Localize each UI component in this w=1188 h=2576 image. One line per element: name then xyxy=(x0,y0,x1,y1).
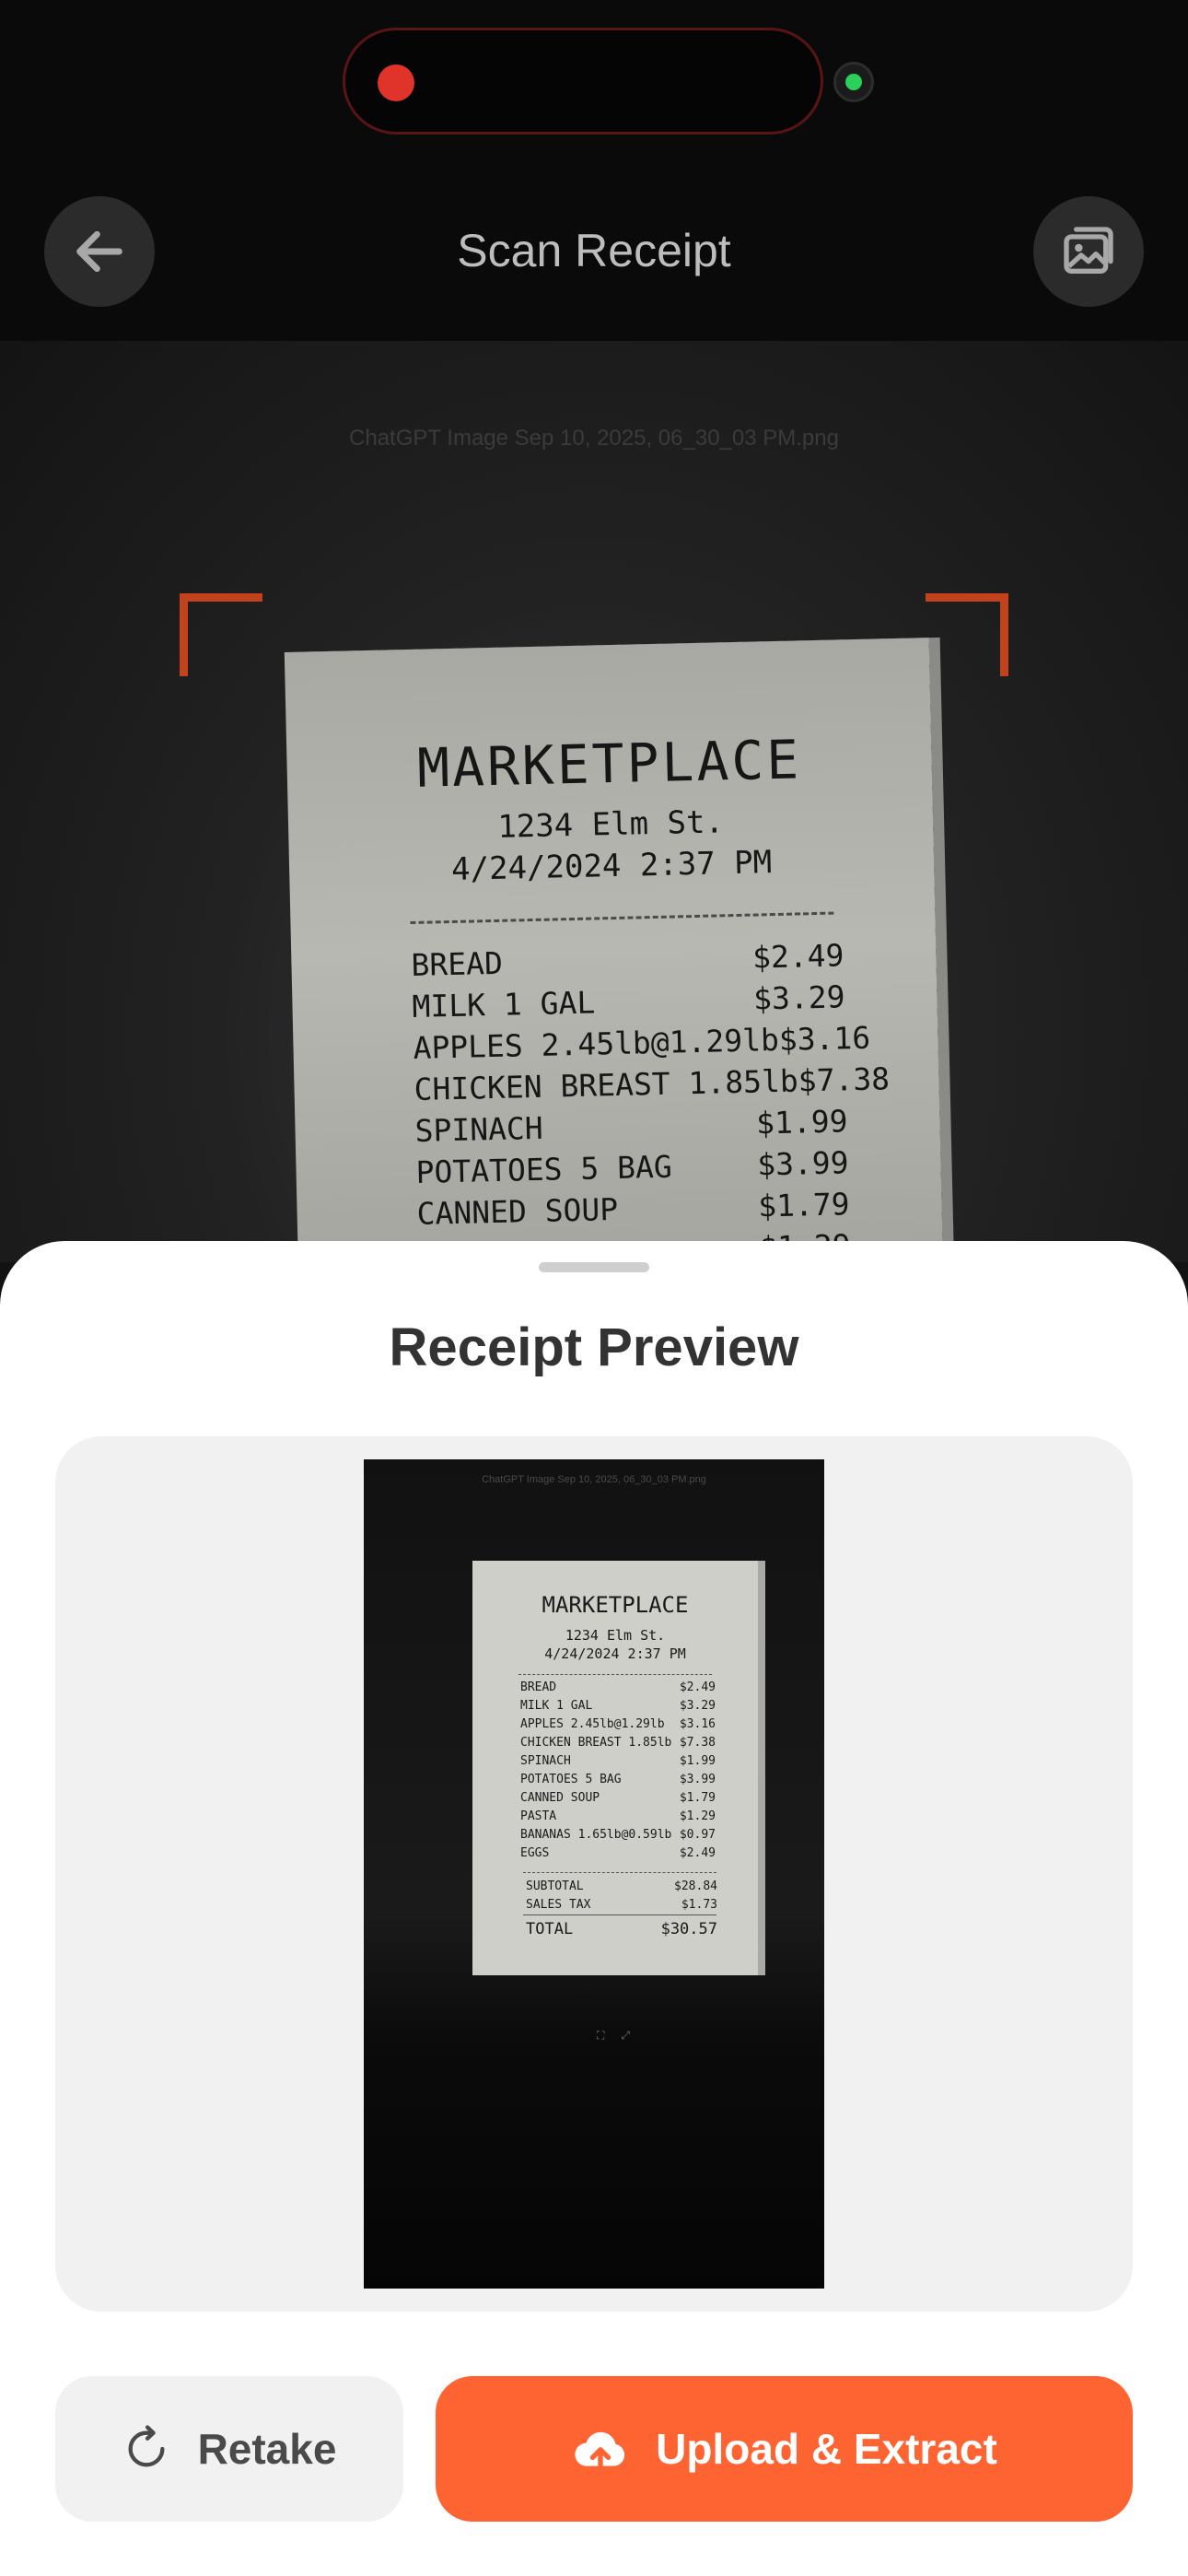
preview-total-divider xyxy=(523,1914,716,1915)
preview-item-row: BREAD $2.49 xyxy=(520,1679,716,1697)
item-name: CHICKEN BREAST 1.85lb xyxy=(520,1736,672,1750)
item-price: $7.38 xyxy=(679,1736,716,1750)
preview-subtotal-row: SUBTOTAL $28.84 xyxy=(526,1878,717,1896)
retake-label: Retake xyxy=(197,2425,337,2473)
item-name: CANNED SOUP xyxy=(416,1190,619,1232)
sheet-title: Receipt Preview xyxy=(389,1317,799,1377)
preview-address: 1234 Elm St. xyxy=(565,1627,666,1644)
subtotal-value: $28.84 xyxy=(674,1879,717,1893)
preview-item-row: MILK 1 GAL $3.29 xyxy=(520,1697,716,1715)
tax-value: $1.73 xyxy=(681,1898,717,1912)
preview-item-row: PASTA $1.29 xyxy=(520,1808,716,1826)
item-price: $1.79 xyxy=(757,1186,850,1224)
item-name: BREAD xyxy=(520,1680,557,1694)
item-name: SPINACH xyxy=(520,1754,571,1768)
upload-extract-label: Upload & Extract xyxy=(656,2425,997,2473)
item-name: BREAD xyxy=(411,944,504,984)
header: Scan Receipt xyxy=(0,184,1188,341)
item-price: $1.99 xyxy=(679,1754,716,1768)
preview-datetime: 4/24/2024 2:37 PM xyxy=(544,1645,686,1662)
preview-item-row: EGGS $2.49 xyxy=(520,1844,716,1863)
fit-screen-icon: ⛶ xyxy=(597,2029,622,2042)
item-price: $2.49 xyxy=(751,937,844,976)
refresh-icon xyxy=(128,2425,165,2467)
preview-store-name: MARKETPLACE xyxy=(542,1592,689,1618)
item-name: CHICKEN BREAST 1.85lb xyxy=(413,1062,799,1107)
image-file-label: ChatGPT Image Sep 10, 2025, 06_30_03 PM.… xyxy=(349,426,839,451)
item-name: SPINACH xyxy=(414,1109,544,1149)
item-name: POTATOES 5 BAG xyxy=(520,1773,622,1786)
item-name: MILK 1 GAL xyxy=(520,1699,593,1713)
preview-item-row: CHICKEN BREAST 1.85lb $7.38 xyxy=(520,1734,716,1752)
camera-active-indicator-icon xyxy=(833,62,874,102)
item-price: $0.97 xyxy=(679,1828,716,1842)
screen: Scan Receipt ChatGPT Image Sep 10, 2025,… xyxy=(0,0,1188,2576)
item-price: $7.38 xyxy=(798,1060,891,1099)
item-name: APPLES 2.45lb@1.29lb xyxy=(520,1717,665,1731)
item-price: $1.99 xyxy=(755,1103,848,1142)
total-label: TOTAL xyxy=(526,1920,574,1938)
total-value: $30.57 xyxy=(660,1920,717,1938)
preview-receipt-paper: MARKETPLACE 1234 Elm St. 4/24/2024 2:37 … xyxy=(472,1561,758,1975)
tax-label: SALES TAX xyxy=(526,1898,591,1912)
receipt-store-name: MARKETPLACE xyxy=(416,728,802,800)
scan-corner-top-right xyxy=(926,593,1008,676)
item-price: $2.49 xyxy=(679,1846,716,1860)
item-price: $3.16 xyxy=(679,1717,716,1731)
status-bar xyxy=(0,0,1188,184)
upload-extract-button[interactable]: Upload & Extract xyxy=(436,2376,1133,2522)
preview-items: BREAD $2.49 MILK 1 GAL $3.29 APPLES 2.45lb… xyxy=(520,1679,716,1863)
receipt-content: MARKETPLACE 1234 Elm St. 4/24/2024 2:37 … xyxy=(285,638,929,1262)
item-price: $1.79 xyxy=(679,1791,716,1805)
preview-item-row: SPINACH $1.99 xyxy=(520,1752,716,1771)
sheet-grabber-handle[interactable] xyxy=(539,1262,649,1272)
item-name: MILK 1 GAL xyxy=(412,984,596,1025)
item-price: $3.16 xyxy=(778,1019,871,1058)
recording-indicator-icon xyxy=(378,64,414,101)
retake-button[interactable]: Retake xyxy=(55,2376,403,2522)
receipt-items: BREAD $2.49 MILK 1 GAL $3.29 APPLES 2.45lb… xyxy=(411,934,890,1262)
preview-total-row: TOTAL $30.57 xyxy=(526,1920,717,1938)
item-price: $1.29 xyxy=(679,1809,716,1823)
item-name: CANNED SOUP xyxy=(520,1791,600,1805)
preview-item-row: BANANAS 1.65lb@0.59lb $0.97 xyxy=(520,1826,716,1844)
preview-divider xyxy=(518,1674,712,1675)
item-name: PASTA xyxy=(520,1809,557,1823)
expand-icon: ⤢ xyxy=(621,2029,647,2042)
preview-tax-row: SALES TAX $1.73 xyxy=(526,1896,717,1914)
preview-item-row: CANNED SOUP $1.79 xyxy=(520,1789,716,1808)
preview-item-row: APPLES 2.45lb@1.29lb $3.16 xyxy=(520,1715,716,1734)
item-price: $3.99 xyxy=(679,1773,716,1786)
receipt-divider xyxy=(410,911,834,925)
receipt-paper: MARKETPLACE 1234 Elm St. 4/24/2024 2:37 … xyxy=(284,638,947,1262)
gallery-button[interactable] xyxy=(1033,196,1144,307)
item-price: $3.29 xyxy=(752,978,845,1017)
receipt-preview-image: ChatGPT Image Sep 10, 2025, 06_30_03 PM.… xyxy=(364,1459,824,2289)
scan-corner-top-left xyxy=(180,593,262,676)
dynamic-island xyxy=(343,28,823,135)
preview-item-row: POTATOES 5 BAG $3.99 xyxy=(520,1771,716,1789)
receipt-preview-card: ChatGPT Image Sep 10, 2025, 06_30_03 PM.… xyxy=(55,1436,1133,2312)
cloud-upload-icon xyxy=(575,2431,625,2475)
item-price: $3.29 xyxy=(679,1699,716,1713)
preview-totals: SUBTOTAL $28.84 SALES TAX $1.73 xyxy=(526,1878,717,1914)
preview-toolbar-icons: ⛶⤢ xyxy=(597,2029,646,2043)
item-name: EGGS xyxy=(520,1846,550,1860)
gallery-icon xyxy=(1064,227,1113,274)
item-price: $3.99 xyxy=(756,1144,849,1183)
preview-divider xyxy=(523,1872,716,1873)
subtotal-label: SUBTOTAL xyxy=(526,1879,584,1893)
camera-viewfinder[interactable]: ChatGPT Image Sep 10, 2025, 06_30_03 PM.… xyxy=(0,341,1188,1262)
bottom-sheet: Receipt Preview ChatGPT Image Sep 10, 20… xyxy=(0,1241,1188,2576)
preview-file-label: ChatGPT Image Sep 10, 2025, 06_30_03 PM.… xyxy=(482,1474,706,1485)
item-name: POTATOES 5 BAG xyxy=(415,1148,673,1190)
item-name: BANANAS 1.65lb@0.59lb xyxy=(520,1828,672,1842)
item-price: $2.49 xyxy=(679,1680,716,1694)
page-title: Scan Receipt xyxy=(457,225,731,276)
